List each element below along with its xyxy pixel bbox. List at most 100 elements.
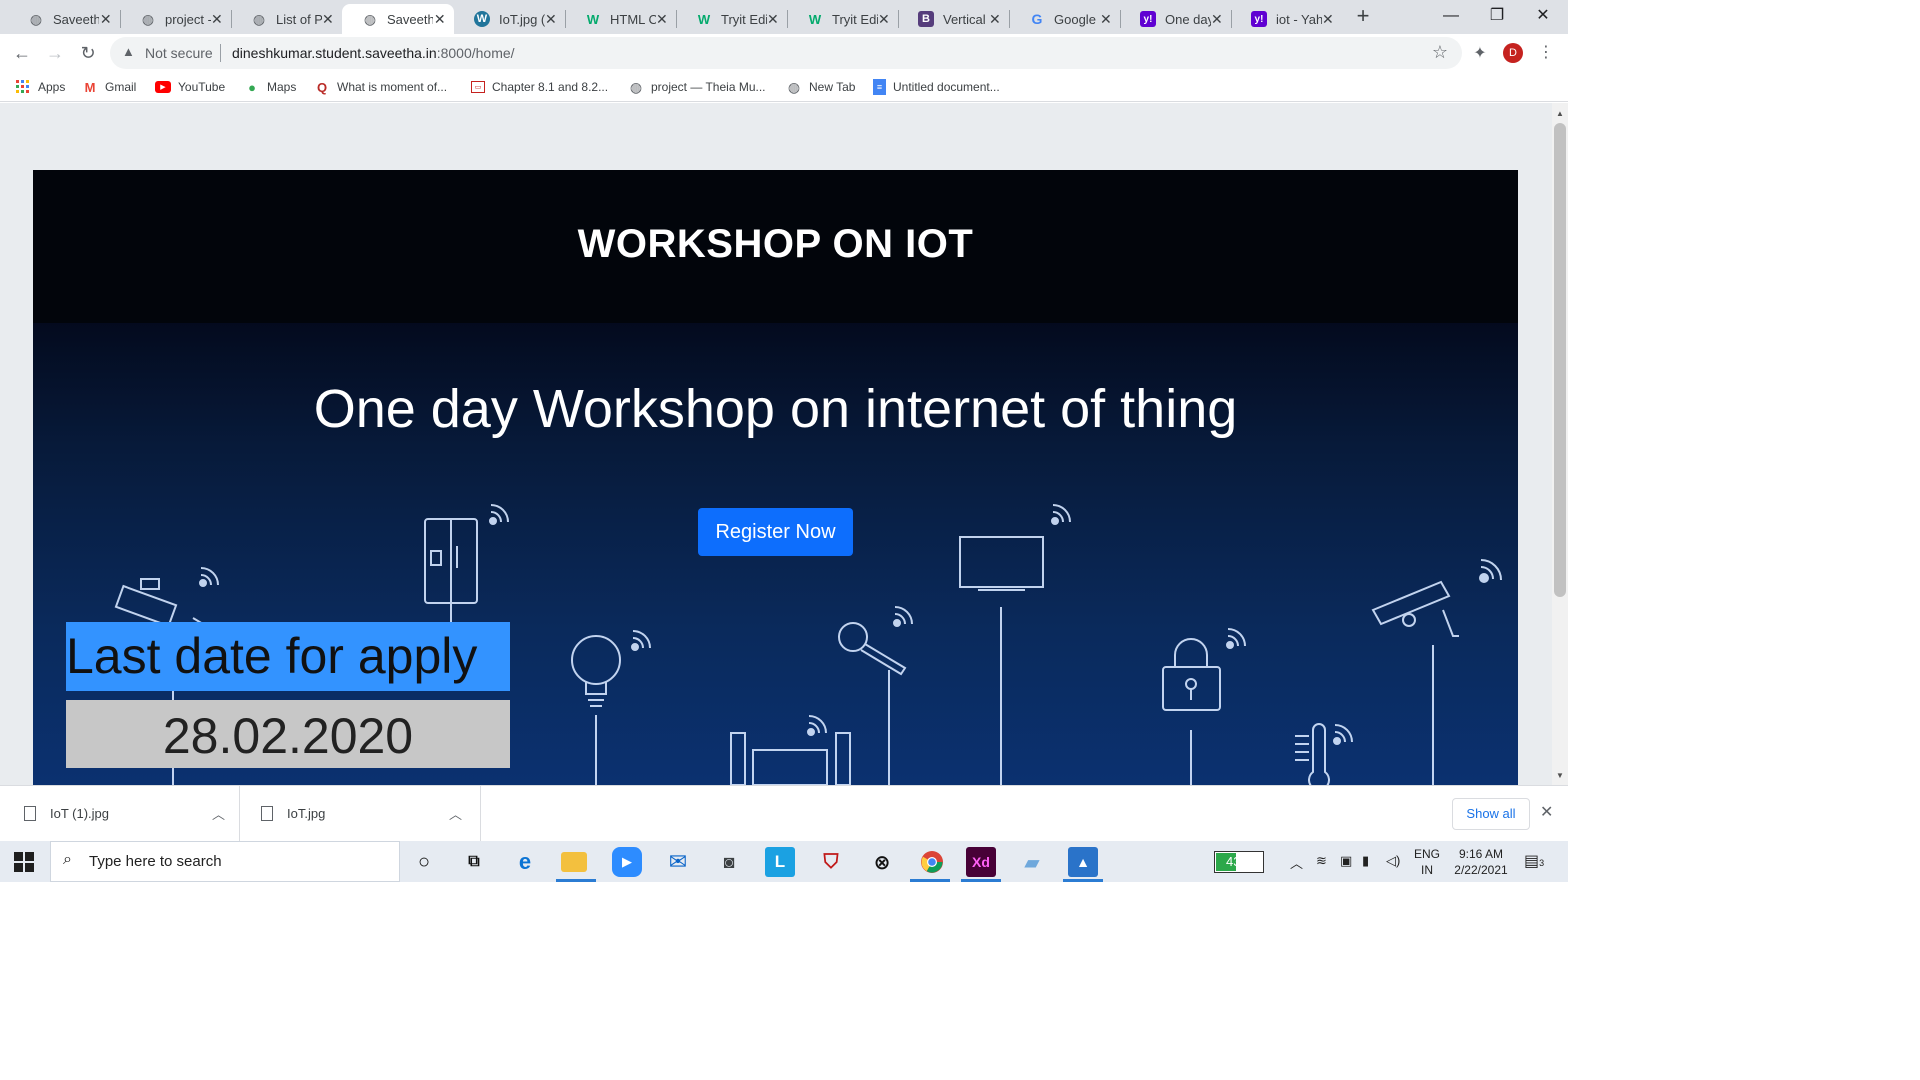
- close-icon[interactable]: ✕: [656, 11, 668, 28]
- photos-icon[interactable]: ▲: [1068, 847, 1098, 877]
- address-bar[interactable]: ▲ Not secure dineshkumar.student.saveeth…: [110, 37, 1462, 69]
- download-shelf: IoT (1).jpg ︿ IoT.jpg ︿ Show all ✕: [0, 785, 1568, 842]
- chevron-up-icon[interactable]: ︿: [449, 804, 462, 823]
- camera-icon[interactable]: ◙: [714, 847, 744, 877]
- download-item[interactable]: IoT.jpg ︿: [241, 786, 481, 842]
- bookmark-new-tab[interactable]: ◍ New Tab: [786, 78, 856, 96]
- mail-icon[interactable]: ✉: [663, 847, 693, 877]
- television-icon: [959, 536, 1044, 785]
- padlock-icon: [1162, 638, 1221, 785]
- close-icon[interactable]: ✕: [989, 11, 1001, 28]
- tab[interactable]: W Tryit Edit ✕: [676, 4, 787, 34]
- tab[interactable]: B Vertical ✕: [898, 4, 1009, 34]
- chevron-up-icon[interactable]: ︿: [1290, 853, 1303, 872]
- bookmark-quora[interactable]: Q What is moment of...: [314, 78, 447, 96]
- close-window-button[interactable]: ✕: [1520, 0, 1566, 34]
- file-explorer-icon[interactable]: [561, 852, 587, 872]
- tab[interactable]: ◍ List of Pa ✕: [231, 4, 342, 34]
- tab[interactable]: y! One day ✕: [1120, 4, 1231, 34]
- battery-indicator[interactable]: 43%: [1214, 851, 1264, 873]
- tab[interactable]: W Tryit Edit ✕: [787, 4, 898, 34]
- chrome-icon[interactable]: [917, 847, 947, 877]
- bookmark-label: Chapter 8.1 and 8.2...: [492, 80, 609, 94]
- register-now-button[interactable]: Register Now: [698, 508, 853, 556]
- new-tab-button[interactable]: +: [1352, 5, 1374, 28]
- tab[interactable]: ◍ project - ✕: [120, 4, 231, 34]
- wifi-signal-icon: [199, 567, 219, 587]
- scroll-up-arrow-icon[interactable]: ▲: [1552, 109, 1568, 119]
- extensions-puzzle-icon[interactable]: ✦: [1470, 43, 1490, 63]
- cortana-icon[interactable]: ○: [409, 847, 439, 877]
- url-text[interactable]: dineshkumar.student.saveetha.in:8000/hom…: [232, 45, 515, 61]
- tab[interactable]: W IoT.jpg ( ✕: [454, 4, 565, 34]
- forward-button[interactable]: →: [44, 42, 66, 64]
- notification-center-icon[interactable]: ▤3: [1524, 851, 1544, 871]
- close-icon[interactable]: ✕: [767, 11, 779, 28]
- close-icon[interactable]: ✕: [1211, 11, 1223, 28]
- reload-button[interactable]: ↻: [77, 42, 99, 64]
- back-button[interactable]: ←: [11, 42, 33, 64]
- tab[interactable]: ◍ Saveetha ✕: [8, 4, 120, 34]
- tab[interactable]: G Google ✕: [1009, 4, 1120, 34]
- close-icon[interactable]: ✕: [878, 11, 890, 28]
- app-l-icon[interactable]: L: [765, 847, 795, 877]
- bookmark-maps[interactable]: ● Maps: [244, 78, 296, 96]
- close-icon[interactable]: ✕: [1100, 11, 1112, 28]
- tab[interactable]: W HTML C ✕: [565, 4, 676, 34]
- xbox-icon[interactable]: ⊗: [867, 847, 897, 877]
- bookmark-project[interactable]: ◍ project — Theia Mu...: [628, 78, 766, 96]
- task-view-icon[interactable]: ⧉: [459, 847, 489, 877]
- speaker-icon[interactable]: ◁): [1386, 853, 1400, 869]
- close-icon[interactable]: ✕: [1322, 11, 1334, 28]
- edge-icon[interactable]: e: [510, 847, 540, 877]
- close-icon[interactable]: ✕: [322, 11, 334, 28]
- tab-title: iot - Yah: [1276, 11, 1322, 27]
- bookmark-gmail[interactable]: M Gmail: [82, 78, 137, 96]
- wifi-signal-icon: [1226, 628, 1246, 649]
- file-icon: [24, 806, 36, 821]
- zoom-icon[interactable]: ▶: [612, 847, 642, 877]
- close-download-shelf-icon[interactable]: ✕: [1540, 802, 1553, 822]
- chevron-up-icon[interactable]: ︿: [212, 804, 225, 823]
- adobe-xd-icon[interactable]: Xd: [966, 847, 996, 877]
- device-icon[interactable]: ▣: [1340, 853, 1352, 869]
- vertical-scrollbar[interactable]: ▲ ▼: [1552, 103, 1568, 785]
- tab-title: project -: [165, 11, 211, 27]
- wifi-icon[interactable]: ≋: [1316, 853, 1327, 869]
- clock[interactable]: 9:16 AM 2/22/2021: [1450, 846, 1512, 878]
- download-item[interactable]: IoT (1).jpg ︿: [0, 786, 240, 842]
- bookmark-chapter[interactable]: ▭ Chapter 8.1 and 8.2...: [471, 78, 608, 96]
- wifi-signal-icon: [1479, 559, 1502, 583]
- bookmark-youtube[interactable]: ▶ YouTube: [155, 78, 225, 96]
- warning-icon[interactable]: ▲: [122, 44, 135, 59]
- minimize-button[interactable]: —: [1428, 0, 1474, 34]
- battery-icon[interactable]: ▮: [1362, 853, 1369, 869]
- kebab-menu-icon[interactable]: ⋮: [1538, 42, 1554, 64]
- security-label[interactable]: Not secure: [145, 45, 213, 61]
- clock-time: 9:16 AM: [1458, 847, 1504, 861]
- close-icon[interactable]: ✕: [433, 11, 446, 28]
- download-filename: IoT.jpg: [287, 806, 326, 821]
- windows-start-icon[interactable]: [14, 852, 34, 872]
- refrigerator-icon: [424, 518, 478, 604]
- show-all-downloads-button[interactable]: Show all: [1452, 798, 1530, 830]
- mcafee-icon[interactable]: ⛉: [816, 847, 846, 877]
- notepad-icon[interactable]: ▰: [1017, 847, 1047, 877]
- language-indicator[interactable]: ENG IN: [1412, 846, 1442, 878]
- bookmark-untitled-doc[interactable]: ≡ Untitled document...: [873, 78, 1000, 96]
- taskbar-search-box[interactable]: ⌕ Type here to search: [50, 841, 400, 882]
- language-code: ENG: [1413, 847, 1440, 861]
- profile-avatar[interactable]: D: [1503, 43, 1523, 63]
- tab-active[interactable]: ◍ Saveetha ✕: [342, 4, 454, 34]
- scroll-thumb[interactable]: [1554, 123, 1566, 597]
- bookmark-apps[interactable]: Apps: [15, 78, 65, 96]
- security-camera-icon: [114, 578, 204, 628]
- close-icon[interactable]: ✕: [99, 11, 112, 28]
- close-icon[interactable]: ✕: [211, 11, 223, 28]
- bookmark-star-icon[interactable]: ☆: [1432, 42, 1448, 63]
- close-icon[interactable]: ✕: [545, 11, 557, 28]
- restore-button[interactable]: ❐: [1474, 0, 1520, 34]
- bookmarks-bar: Apps M Gmail ▶ YouTube ● Maps Q What is …: [0, 72, 1568, 102]
- tab[interactable]: y! iot - Yah ✕: [1231, 4, 1342, 34]
- scroll-down-arrow-icon[interactable]: ▼: [1552, 771, 1568, 781]
